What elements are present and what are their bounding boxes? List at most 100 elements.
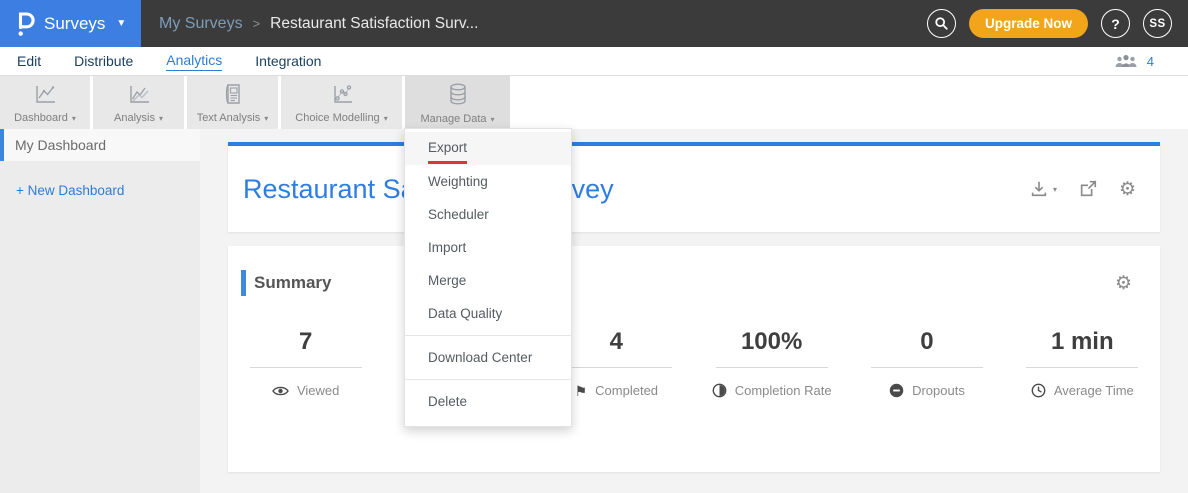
chevron-down-icon: ▼ <box>116 18 126 29</box>
dashboard-sidebar: My Dashboard + New Dashboard <box>0 129 200 493</box>
metric-divider <box>871 367 983 368</box>
chevron-down-icon: ▾ <box>72 114 76 123</box>
chevron-down-icon: ▾ <box>264 114 268 123</box>
nav-analytics[interactable]: Analytics <box>166 52 222 71</box>
nav-edit[interactable]: Edit <box>17 53 41 69</box>
completion-pie-icon <box>712 383 727 398</box>
search-icon <box>934 16 949 31</box>
metric-value: 1 min <box>1005 328 1160 367</box>
toolbar-analysis[interactable]: Analysis ▾ <box>93 76 184 129</box>
download-button[interactable]: ▾ <box>1029 179 1057 199</box>
breadcrumb-my-surveys[interactable]: My Surveys <box>159 15 243 33</box>
metric-label: Completed <box>595 383 658 398</box>
line-chart-icon <box>32 83 58 105</box>
metric-label-row: Average Time <box>1031 383 1134 398</box>
top-header: Surveys ▼ My Surveys > Restaurant Satisf… <box>0 0 1188 47</box>
metric-divider <box>560 367 672 368</box>
sidebar-item-my-dashboard[interactable]: My Dashboard <box>0 129 200 161</box>
flag-icon: ⚑ <box>575 384 588 398</box>
metric-value: 100% <box>694 328 849 367</box>
summary-card: Summary ⚙ 7 Viewed <box>228 246 1160 472</box>
share-button[interactable] <box>1078 179 1098 199</box>
eye-icon <box>272 385 289 397</box>
summary-metrics: 7 Viewed <box>228 328 1160 403</box>
metric-divider <box>250 367 362 368</box>
avatar-initials: SS <box>1149 18 1165 30</box>
trend-chart-icon <box>126 83 152 105</box>
new-dashboard-button[interactable]: + New Dashboard <box>0 161 200 198</box>
metric-completion-rate: 100% Completion Rate <box>694 328 849 403</box>
toolbar-label: Manage Data <box>420 113 486 125</box>
sidebar-item-label: My Dashboard <box>15 137 106 153</box>
manage-data-dropdown-menu: Export Weighting Scheduler Import Merge … <box>404 128 572 427</box>
chevron-down-icon: ▾ <box>384 114 388 123</box>
minus-circle-icon <box>889 383 904 398</box>
metric-viewed: 7 Viewed <box>228 328 383 403</box>
clock-icon <box>1031 383 1046 398</box>
app-window: Surveys ▼ My Surveys > Restaurant Satisf… <box>0 0 1188 493</box>
question-mark-icon: ? <box>1111 16 1120 32</box>
search-button[interactable] <box>927 9 956 38</box>
toolbar-dashboard[interactable]: Dashboard ▾ <box>0 76 90 129</box>
settings-gear-icon[interactable]: ⚙ <box>1119 180 1136 199</box>
summary-header: Summary ⚙ <box>228 270 1160 296</box>
metric-label: Viewed <box>297 383 339 398</box>
scatter-chart-icon <box>329 83 355 105</box>
chevron-down-icon: ▾ <box>159 114 163 123</box>
survey-nav: Edit Distribute Analytics Integration 4 <box>0 47 1188 76</box>
chevron-down-icon: ▾ <box>1053 185 1057 194</box>
summary-settings-gear-icon[interactable]: ⚙ <box>1115 274 1132 293</box>
toolbar-label: Dashboard <box>14 112 68 124</box>
toolbar-label: Analysis <box>114 112 155 124</box>
upgrade-now-button[interactable]: Upgrade Now <box>969 9 1088 38</box>
nav-distribute[interactable]: Distribute <box>74 53 133 69</box>
toolbar-manage-data[interactable]: Manage Data ▾ <box>405 76 510 129</box>
survey-title-card: Restaurant Satisfaction Survey ▾ ⚙ <box>228 142 1160 232</box>
menu-item-weighting[interactable]: Weighting <box>405 165 571 198</box>
user-avatar[interactable]: SS <box>1143 9 1172 38</box>
metric-divider <box>1026 367 1138 368</box>
people-group-icon <box>1114 54 1138 68</box>
nav-integration[interactable]: Integration <box>255 53 321 69</box>
toolbar-text-analysis[interactable]: Text Analysis▾ <box>187 76 278 129</box>
database-icon <box>445 82 471 106</box>
analytics-toolbar: Dashboard▾ Analysis▾ Text Analysis▾ Choi… <box>0 76 1188 129</box>
menu-item-delete[interactable]: Delete <box>405 385 571 418</box>
chevron-down-icon: ▾ <box>491 115 495 124</box>
metric-label-row: ⚑ Completed <box>575 383 658 398</box>
collaborators[interactable]: 4 <box>1114 54 1154 69</box>
menu-item-export[interactable]: Export <box>405 132 571 165</box>
toolbar-label: Choice Modelling <box>295 112 379 124</box>
product-switcher[interactable]: Surveys ▼ <box>0 0 141 47</box>
section-accent-bar <box>241 270 246 296</box>
metric-divider <box>716 367 828 368</box>
metric-average-time: 1 min Average Time <box>1005 328 1160 403</box>
toolbar-choice-modelling[interactable]: Choice Modelling ▾ <box>281 76 402 129</box>
title-actions: ▾ ⚙ <box>1029 179 1136 199</box>
metric-label-row: Completion Rate <box>712 383 832 398</box>
menu-item-data-quality[interactable]: Data Quality <box>405 297 571 330</box>
breadcrumb-separator: > <box>253 16 261 31</box>
product-name: Surveys <box>44 14 105 34</box>
summary-heading: Summary <box>254 273 331 293</box>
breadcrumb-current-survey: Restaurant Satisfaction Surv... <box>270 15 478 33</box>
menu-item-merge[interactable]: Merge <box>405 264 571 297</box>
metric-label-row: Viewed <box>272 383 339 398</box>
metric-value: 7 <box>228 328 383 367</box>
collaborators-count: 4 <box>1147 54 1154 69</box>
menu-item-download-center[interactable]: Download Center <box>405 341 571 374</box>
help-button[interactable]: ? <box>1101 9 1130 38</box>
menu-item-scheduler[interactable]: Scheduler <box>405 198 571 231</box>
toolbar-label: Text Analysis <box>197 112 261 124</box>
header-actions: Upgrade Now ? SS <box>927 0 1188 47</box>
menu-divider <box>405 335 571 336</box>
document-grid-icon <box>220 83 246 105</box>
breadcrumb: My Surveys > Restaurant Satisfaction Sur… <box>141 0 478 47</box>
menu-item-import[interactable]: Import <box>405 231 571 264</box>
metric-label: Completion Rate <box>735 383 832 398</box>
metric-label-row: Dropouts <box>889 383 965 398</box>
menu-divider <box>405 379 571 380</box>
questionpro-logo-icon <box>16 11 35 37</box>
content-area: My Dashboard + New Dashboard Restaurant … <box>0 129 1188 493</box>
metric-value: 0 <box>849 328 1004 367</box>
